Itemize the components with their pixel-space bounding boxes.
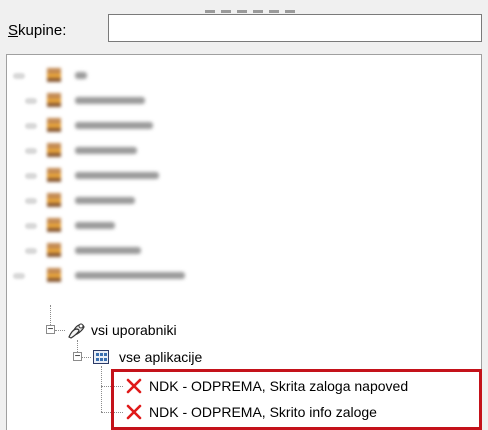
- tree-line: [101, 386, 123, 387]
- tree-item-1[interactable]: NDK - ODPREMA, Skrito info zaloge: [149, 402, 377, 422]
- red-x-icon: [125, 377, 143, 395]
- red-x-icon: [125, 403, 143, 421]
- tree-node-apps[interactable]: vse aplikacije: [119, 347, 202, 367]
- apps-node-label: vse aplikacije: [119, 349, 203, 365]
- redacted-line: [25, 98, 37, 104]
- groups-tree[interactable]: − vsi uporabniki − vse aplikacije NDK - …: [6, 54, 482, 430]
- redacted-group-row[interactable]: [7, 265, 307, 285]
- redacted-group-row[interactable]: [7, 165, 307, 185]
- redacted-label: [75, 197, 135, 204]
- tree-item-label: NDK - ODPREMA, Skrita zaloga napoved: [149, 378, 409, 394]
- redacted-group-row[interactable]: [7, 215, 307, 235]
- redacted-line: [25, 173, 37, 179]
- group-icon: [47, 118, 61, 132]
- redacted-group-row[interactable]: [7, 65, 307, 85]
- redacted-label: [75, 97, 145, 104]
- groups-label: Skupine:: [8, 22, 67, 39]
- tree-item-0[interactable]: NDK - ODPREMA, Skrita zaloga napoved: [149, 376, 408, 396]
- redacted-group-row[interactable]: [7, 90, 307, 110]
- group-icon: [47, 268, 61, 282]
- users-node-expander[interactable]: −: [46, 325, 55, 335]
- cropped-window-top: [0, 0, 488, 13]
- redacted-group-row[interactable]: [7, 240, 307, 260]
- tree-line: [101, 366, 102, 412]
- groups-input[interactable]: [108, 14, 482, 42]
- redacted-label: [75, 222, 115, 229]
- redacted-line: [25, 198, 37, 204]
- group-icon: [47, 93, 61, 107]
- redacted-group-row[interactable]: [7, 140, 307, 160]
- group-icon: [47, 68, 61, 82]
- redacted-group-row[interactable]: [7, 190, 307, 210]
- group-icon: [47, 243, 61, 257]
- redacted-line: [13, 273, 25, 279]
- group-icon: [47, 193, 61, 207]
- redacted-line: [25, 148, 37, 154]
- redacted-label: [75, 72, 87, 79]
- redacted-label: [75, 172, 159, 179]
- group-icon: [47, 143, 61, 157]
- tree-line: [55, 330, 65, 331]
- redacted-label: [75, 247, 141, 254]
- redacted-line: [13, 73, 25, 79]
- redacted-line: [25, 123, 37, 129]
- group-icon: [47, 168, 61, 182]
- redacted-label: [75, 272, 185, 279]
- group-icon: [47, 218, 61, 232]
- redacted-label: [75, 147, 137, 154]
- apps-node-expander[interactable]: −: [73, 352, 82, 362]
- tree-line: [101, 412, 123, 413]
- redacted-line: [25, 223, 37, 229]
- tree-node-users[interactable]: vsi uporabniki: [91, 320, 177, 340]
- tree-item-label: NDK - ODPREMA, Skrito info zaloge: [149, 404, 377, 420]
- redacted-label: [75, 122, 153, 129]
- applications-icon: [93, 350, 109, 364]
- users-node-label: vsi uporabniki: [91, 322, 177, 338]
- redacted-group-row[interactable]: [7, 115, 307, 135]
- tree-line: [82, 357, 91, 358]
- users-icon: [67, 321, 87, 339]
- redacted-line: [25, 248, 37, 254]
